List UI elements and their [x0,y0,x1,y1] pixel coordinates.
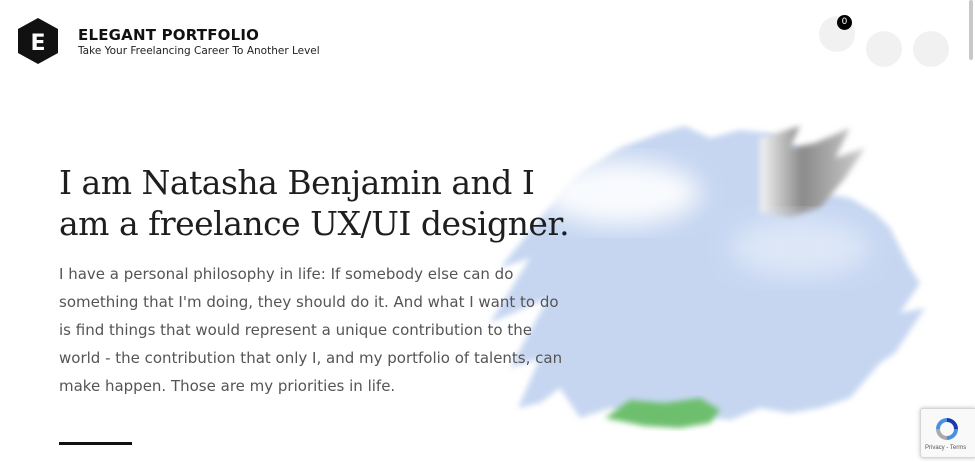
hero-title: I am Natasha Benjamin and I am a freelan… [59,163,570,243]
page-scrollbar[interactable] [969,0,973,60]
site-tagline: Take Your Freelancing Career To Another … [78,45,320,57]
recaptcha-privacy-link[interactable]: Privacy [925,445,945,451]
menu-toggle-button[interactable] [913,31,949,67]
logo-letter: E [30,31,45,56]
brand[interactable]: ELEGANT PORTFOLIO Take Your Freelancing … [78,26,320,58]
recaptcha-links: Privacy - Terms [925,445,966,451]
site-title[interactable]: ELEGANT PORTFOLIO [78,26,320,44]
logo-badge[interactable]: E [16,17,60,65]
logo-hexagon-icon: E [18,18,58,64]
recaptcha-terms-link[interactable]: Terms [950,445,966,451]
header-icon-button[interactable] [866,31,902,67]
cart-count-badge: 0 [837,15,852,30]
hero-description: I have a personal philosophy in life: If… [59,265,563,395]
recaptcha-badge[interactable]: Privacy - Terms [920,408,975,458]
hero-divider [59,442,132,445]
recaptcha-icon [936,418,958,440]
